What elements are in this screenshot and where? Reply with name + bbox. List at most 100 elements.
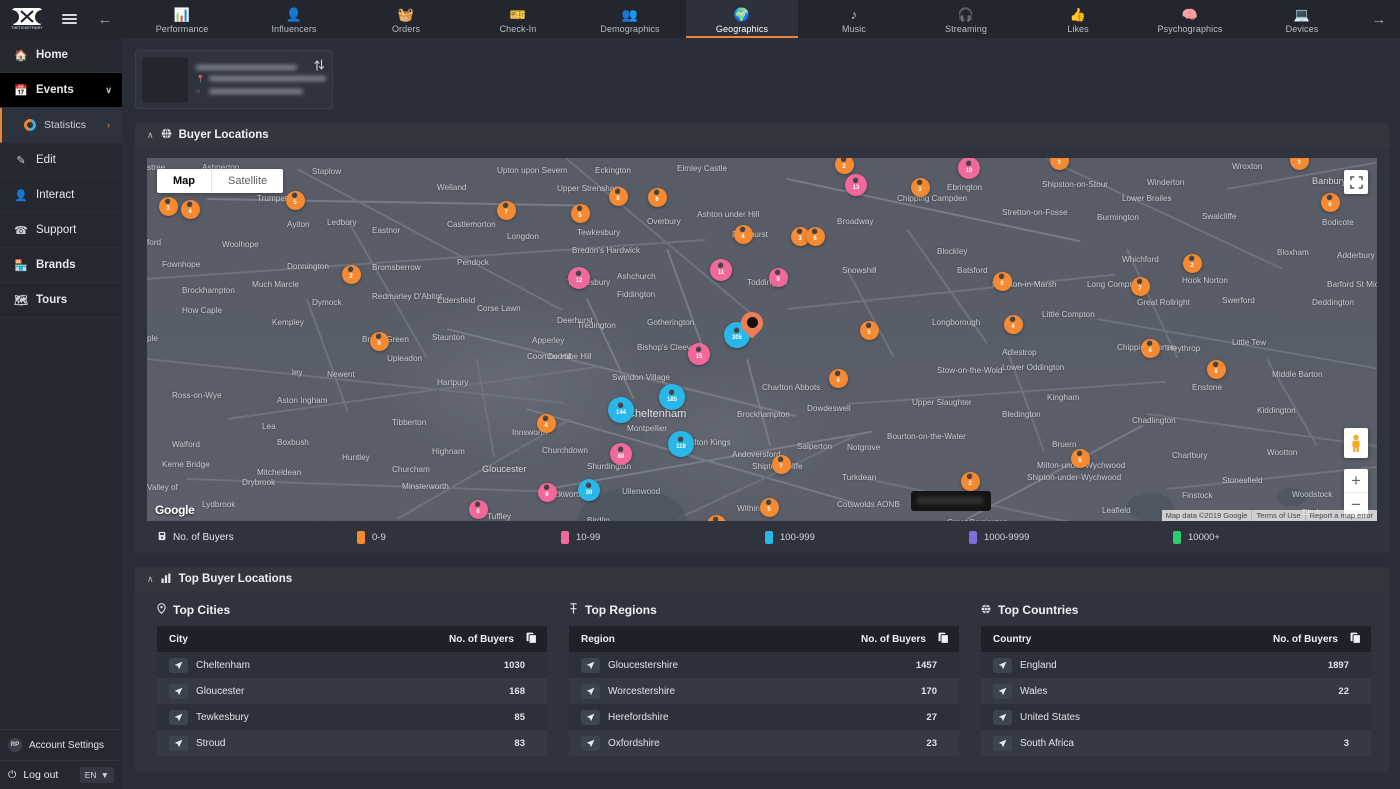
hamburger-menu-icon[interactable] <box>54 0 84 38</box>
map-buyer-marker[interactable]: ⚫4 <box>181 200 200 219</box>
table-row[interactable]: Gloucestershire1457 <box>569 652 959 678</box>
map-buyer-marker[interactable]: ⚫5 <box>860 321 879 340</box>
table-row[interactable]: Worcestershire170 <box>569 678 959 704</box>
tabs-scroll-right-arrow-icon[interactable]: → <box>1358 0 1400 38</box>
street-view-pegman-icon[interactable] <box>1344 428 1368 458</box>
sidebar-item-events[interactable]: 📅Events∨ <box>0 73 122 108</box>
map-buyer-marker[interactable]: ⚫5 <box>571 204 590 223</box>
map-buyer-marker[interactable]: ⚫60 <box>610 443 632 465</box>
map-buyer-marker[interactable]: ⚫3 <box>159 197 178 216</box>
map-buyer-marker[interactable]: ⚫11 <box>710 259 732 281</box>
map-buyer-marker[interactable]: ⚫9 <box>370 332 389 351</box>
table-row[interactable]: Herefordshire27 <box>569 704 959 730</box>
tab-demographics[interactable]: 👥Demographics <box>574 0 686 38</box>
tab-geographics[interactable]: 🌍Geographics <box>686 0 798 38</box>
map-buyer-marker[interactable]: ⚫8 <box>1207 360 1226 379</box>
sidebar-item-home[interactable]: 🏠Home <box>0 38 122 73</box>
map-buyer-marker[interactable]: ⚫185 <box>659 384 685 410</box>
map-buyer-marker[interactable]: ⚫4 <box>537 414 556 433</box>
map-buyer-marker[interactable]: ⚫7 <box>772 455 791 474</box>
map-type-satellite-button[interactable]: Satellite <box>211 169 283 193</box>
copy-icon[interactable] <box>526 632 537 647</box>
map-buyer-marker[interactable]: ⚫6 <box>538 483 557 502</box>
tab-devices[interactable]: 💻Devices <box>1246 0 1358 38</box>
tab-psychographics[interactable]: 🧠Psychographics <box>1134 0 1246 38</box>
table-row[interactable]: Tewkesbury85 <box>157 704 547 730</box>
tab-influencers[interactable]: 👤Influencers <box>238 0 350 38</box>
buyer-locations-map[interactable]: StaplowAshpertonstreeEckingtonElmley Cas… <box>147 158 1377 521</box>
collapse-chevron-icon[interactable]: ∧ <box>147 130 154 141</box>
map-buyer-marker[interactable]: ⚫8 <box>469 500 488 519</box>
tabs-scroll-left-arrow-icon[interactable]: ← <box>84 0 126 38</box>
map-buyer-marker[interactable]: ⚫6 <box>993 272 1012 291</box>
table-row[interactable]: Cheltenham1030 <box>157 652 547 678</box>
sidebar-item-support[interactable]: ☎Support <box>0 213 122 248</box>
zoom-in-button[interactable]: + <box>1344 469 1368 493</box>
map-buyer-marker[interactable]: ⚫15 <box>688 343 710 365</box>
sidebar-item-brands[interactable]: 🏪Brands <box>0 248 122 283</box>
map-buyer-marker[interactable]: ⚫8 <box>609 187 628 206</box>
map-buyer-marker[interactable]: ⚫6 <box>648 188 667 207</box>
sidebar-item-statistics[interactable]: Statistics› <box>0 108 122 143</box>
map-buyer-marker[interactable]: ⚫13 <box>845 174 867 196</box>
tab-check-in[interactable]: 🎫Check-In <box>462 0 574 38</box>
sidebar-item-account-settings[interactable]: RP Account Settings <box>0 730 122 760</box>
map-buyer-marker[interactable]: ⚫10 <box>958 158 980 179</box>
map-buyer-marker[interactable]: ⚫3 <box>911 178 930 197</box>
table-row[interactable]: Wales22 <box>981 678 1371 704</box>
fullscreen-icon[interactable] <box>1344 170 1368 194</box>
tab-likes[interactable]: 👍Likes <box>1022 0 1134 38</box>
sidebar-item-logout[interactable]: ⏻ Log out EN ▼ <box>0 760 122 789</box>
map-buyer-marker[interactable]: ⚫2 <box>835 158 854 174</box>
table-row[interactable]: Stroud83 <box>157 730 547 756</box>
map-buyer-marker[interactable]: ⚫119 <box>668 431 694 457</box>
table-row[interactable]: Gloucester168 <box>157 678 547 704</box>
map-buyer-marker[interactable]: ⚫144 <box>608 397 634 423</box>
map-attribution-item[interactable]: Report a map error <box>1305 510 1377 521</box>
map-buyer-marker[interactable]: ⚫2 <box>961 472 980 491</box>
map-road <box>567 158 752 313</box>
sidebar-item-edit[interactable]: ✎Edit <box>0 143 122 178</box>
map-type-map-button[interactable]: Map <box>157 169 211 193</box>
chevron-down-icon[interactable]: ∨ <box>105 85 112 96</box>
tab-performance[interactable]: 📊Performance <box>126 0 238 38</box>
table-row[interactable]: Oxfordshire23 <box>569 730 959 756</box>
copy-icon[interactable] <box>938 632 949 647</box>
swap-vertical-icon[interactable] <box>314 59 324 74</box>
map-buyer-marker[interactable]: ⚫9 <box>769 268 788 287</box>
map-buyer-marker[interactable]: ⚫5 <box>286 191 305 210</box>
map-buyer-marker[interactable]: ⚫30 <box>578 479 600 501</box>
chevron-right-icon[interactable]: › <box>107 120 110 130</box>
map-buyer-marker[interactable]: ⚫4 <box>829 369 848 388</box>
brand-logo[interactable]: THETICKETFAIRY <box>0 0 54 38</box>
copy-icon[interactable] <box>1350 632 1361 647</box>
language-selector[interactable]: EN ▼ <box>80 767 114 783</box>
tab-music[interactable]: ♪Music <box>798 0 910 38</box>
selected-event-card[interactable]: 📍 ○ <box>135 50 333 109</box>
table-row[interactable]: United States <box>981 704 1371 730</box>
map-buyer-marker[interactable]: ⚫2 <box>1183 254 1202 273</box>
sidebar-item-tours[interactable]: 🗺Tours <box>0 283 122 318</box>
map-buyer-marker[interactable]: ⚫5 <box>760 498 779 517</box>
map-buyer-marker[interactable]: ⚫6 <box>1321 193 1340 212</box>
map-buyer-marker[interactable]: ⚫7 <box>497 201 516 220</box>
sidebar-item-interact[interactable]: 👤Interact <box>0 178 122 213</box>
map-buyer-marker[interactable]: ⚫4 <box>1004 315 1023 334</box>
buyer-locations-header[interactable]: ∧ Buyer Locations <box>135 123 1389 147</box>
selected-location-pin[interactable] <box>741 312 763 342</box>
map-buyer-marker[interactable]: ⚫6 <box>806 227 825 246</box>
map-buyer-marker[interactable]: ⚫12 <box>568 267 590 289</box>
tab-streaming[interactable]: 🎧Streaming <box>910 0 1022 38</box>
tab-orders[interactable]: 🧺Orders <box>350 0 462 38</box>
map-attribution-item[interactable]: Terms of Use <box>1251 510 1304 521</box>
map-buyer-marker[interactable]: ⚫2 <box>342 265 361 284</box>
map-buyer-marker[interactable]: ⚫4 <box>734 225 753 244</box>
table-row[interactable]: South Africa3 <box>981 730 1371 756</box>
collapse-chevron-icon[interactable]: ∧ <box>147 574 154 585</box>
map-buyer-marker[interactable]: ⚫7 <box>1131 277 1150 296</box>
map-buyer-marker[interactable]: ⚫4 <box>1141 339 1160 358</box>
table-row[interactable]: England1897 <box>981 652 1371 678</box>
top-buyer-locations-header[interactable]: ∧ Top Buyer Locations <box>135 567 1389 591</box>
map-buyer-marker[interactable]: ⚫5 <box>1071 449 1090 468</box>
table-row-name: Oxfordshire <box>608 738 926 749</box>
